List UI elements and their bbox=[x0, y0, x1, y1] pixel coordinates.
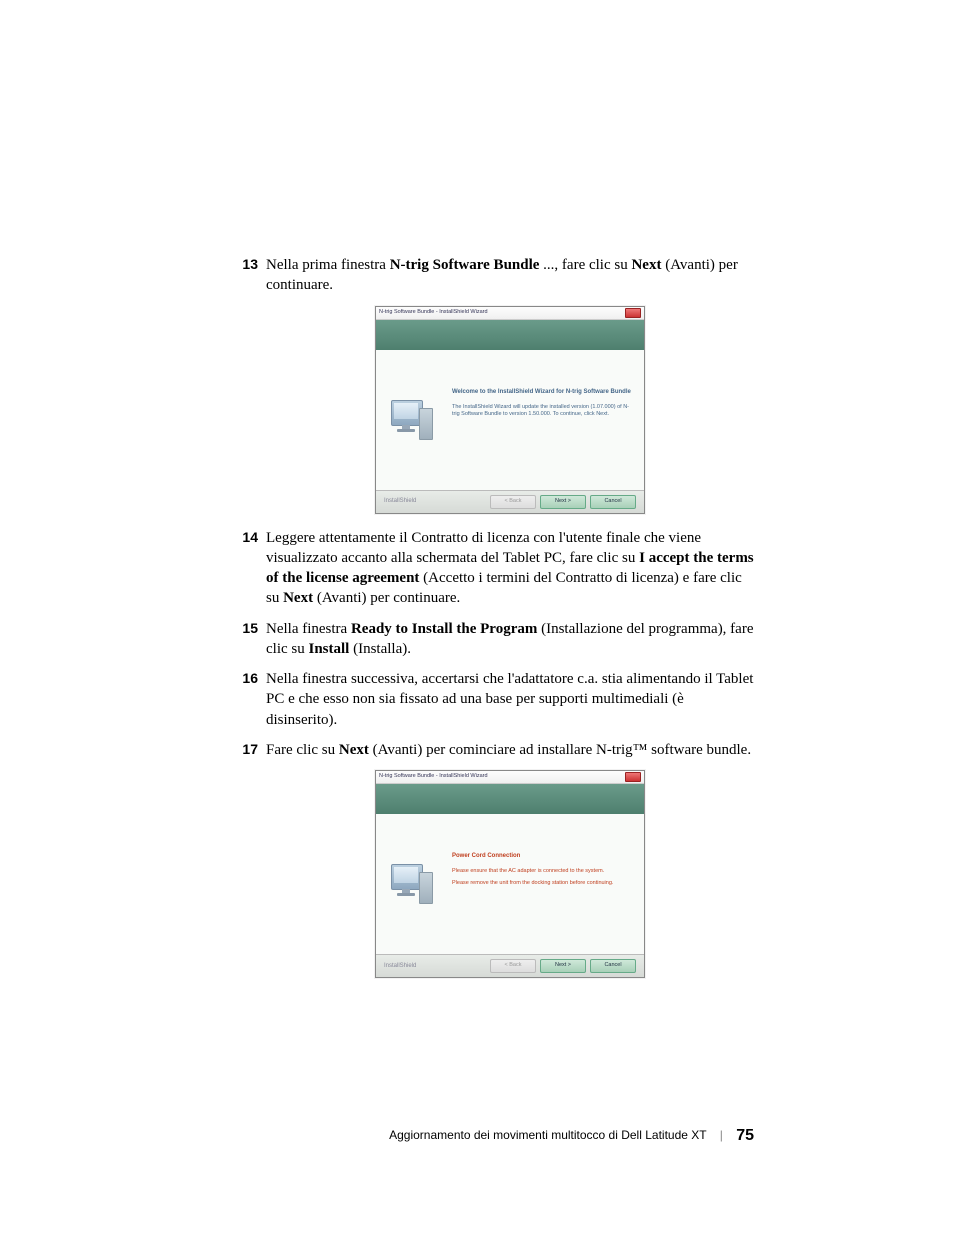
wizard-titlebar: N-trig Software Bundle - InstallShield W… bbox=[376, 771, 644, 784]
steps-list: 13 Nella prima finestra N-trig Software … bbox=[228, 255, 754, 978]
wizard-image-panel bbox=[376, 814, 446, 954]
wizard-heading: Welcome to the InstallShield Wizard for … bbox=[452, 388, 634, 396]
step-16: 16 Nella finestra successiva, accertarsi… bbox=[228, 669, 754, 730]
step-13: 13 Nella prima finestra N-trig Software … bbox=[228, 255, 754, 514]
installshield-brand: InstallShield bbox=[384, 497, 416, 505]
wizard-text-panel: Power Cord Connection Please ensure that… bbox=[446, 814, 644, 954]
wizard-body: Welcome to the InstallShield Wizard for … bbox=[376, 350, 644, 490]
step-text: Nella prima finestra N-trig Software Bun… bbox=[266, 257, 738, 293]
wizard-body: Power Cord Connection Please ensure that… bbox=[376, 814, 644, 954]
step-number: 15 bbox=[228, 619, 258, 638]
wizard-ribbon bbox=[376, 784, 644, 814]
installshield-brand: InstallShield bbox=[384, 962, 416, 970]
cancel-button[interactable]: Cancel bbox=[590, 959, 636, 973]
wizard-screenshot-welcome: N-trig Software Bundle - InstallShield W… bbox=[375, 306, 645, 514]
wizard-line-2: Please remove the unit from the docking … bbox=[452, 880, 634, 888]
wizard-line-1: Please ensure that the AC adapter is con… bbox=[452, 868, 634, 876]
footer-separator: | bbox=[720, 1128, 723, 1142]
step-text: Nella finestra Ready to Install the Prog… bbox=[266, 621, 754, 657]
wizard-title: N-trig Software Bundle - InstallShield W… bbox=[379, 773, 488, 780]
next-button[interactable]: Next > bbox=[540, 959, 586, 973]
wizard-footer: InstallShield < Back Next > Cancel bbox=[376, 954, 644, 977]
wizard-title: N-trig Software Bundle - InstallShield W… bbox=[379, 309, 488, 316]
step-number: 14 bbox=[228, 528, 258, 547]
wizard-image-panel bbox=[376, 350, 446, 490]
page-footer: Aggiornamento dei movimenti multitocco d… bbox=[0, 1127, 954, 1145]
wizard-text-panel: Welcome to the InstallShield Wizard for … bbox=[446, 350, 644, 490]
close-icon[interactable] bbox=[625, 308, 641, 318]
wizard-description: The InstallShield Wizard will update the… bbox=[452, 404, 634, 419]
document-page: 13 Nella prima finestra N-trig Software … bbox=[0, 0, 954, 1235]
step-number: 17 bbox=[228, 740, 258, 759]
step-text: Leggere attentamente il Contratto di lic… bbox=[266, 530, 754, 607]
step-15: 15 Nella finestra Ready to Install the P… bbox=[228, 619, 754, 660]
cancel-button[interactable]: Cancel bbox=[590, 495, 636, 509]
step-17: 17 Fare clic su Next (Avanti) per cominc… bbox=[228, 740, 754, 978]
wizard-titlebar: N-trig Software Bundle - InstallShield W… bbox=[376, 307, 644, 320]
computer-icon bbox=[387, 396, 435, 444]
wizard-footer: InstallShield < Back Next > Cancel bbox=[376, 490, 644, 513]
next-button[interactable]: Next > bbox=[540, 495, 586, 509]
page-number: 75 bbox=[736, 1127, 754, 1144]
wizard-screenshot-power: N-trig Software Bundle - InstallShield W… bbox=[375, 770, 645, 978]
step-number: 13 bbox=[228, 255, 258, 274]
wizard-ribbon bbox=[376, 320, 644, 350]
step-number: 16 bbox=[228, 669, 258, 688]
footer-text: Aggiornamento dei movimenti multitocco d… bbox=[389, 1128, 706, 1142]
back-button[interactable]: < Back bbox=[490, 959, 536, 973]
step-text: Fare clic su Next (Avanti) per cominciar… bbox=[266, 742, 751, 758]
computer-icon bbox=[387, 860, 435, 908]
step-14: 14 Leggere attentamente il Contratto di … bbox=[228, 528, 754, 609]
wizard-heading: Power Cord Connection bbox=[452, 852, 634, 860]
close-icon[interactable] bbox=[625, 772, 641, 782]
step-text: Nella finestra successiva, accertarsi ch… bbox=[266, 671, 753, 728]
back-button[interactable]: < Back bbox=[490, 495, 536, 509]
